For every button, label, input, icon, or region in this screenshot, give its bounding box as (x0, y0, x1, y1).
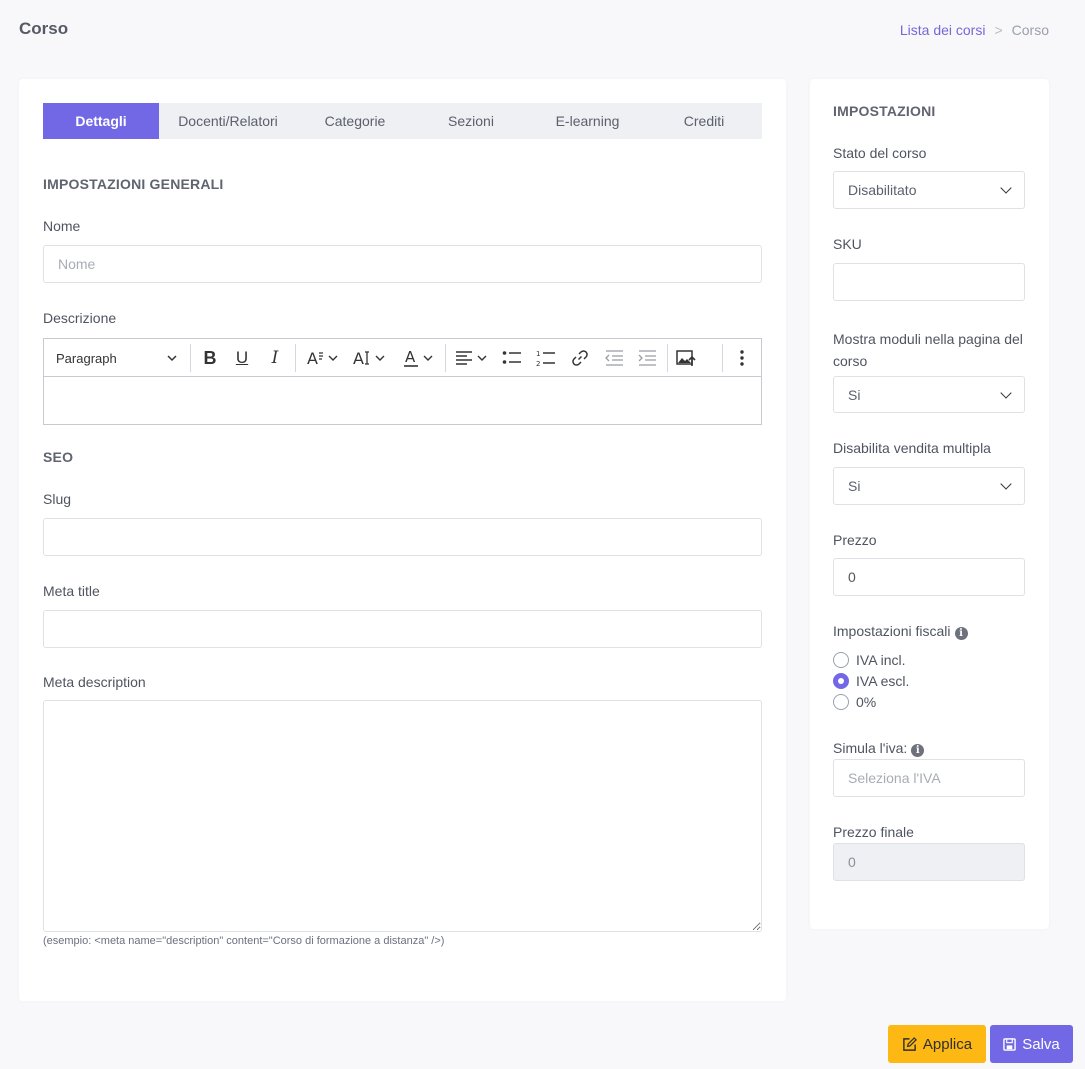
chevron-down-icon (1000, 478, 1012, 490)
simulate-vat-label: Simula l'iva: i (833, 740, 925, 757)
save-button[interactable]: Salva (990, 1025, 1073, 1063)
tax-settings-label-text: Impostazioni fiscali (833, 623, 951, 639)
radio-button[interactable] (833, 652, 849, 668)
indent-icon[interactable] (634, 339, 662, 377)
toolbar-separator (190, 344, 191, 372)
toolbar-separator (295, 344, 296, 372)
settings-title: IMPOSTAZIONI (833, 103, 936, 119)
tab-bar: Dettagli Docenti/Relatori Categorie Sezi… (43, 103, 762, 139)
general-settings-title: IMPOSTAZIONI GENERALI (43, 176, 224, 192)
simulate-vat-input[interactable] (833, 759, 1025, 797)
seo-title: SEO (43, 449, 74, 465)
save-button-label: Salva (1022, 1035, 1060, 1053)
svg-text:A: A (405, 348, 416, 366)
apply-button[interactable]: Applica (888, 1025, 986, 1063)
bullet-list-icon[interactable] (498, 339, 526, 377)
font-size-icon[interactable]: A (302, 339, 344, 377)
tab-sezioni[interactable]: Sezioni (413, 103, 529, 139)
radio-button[interactable] (833, 694, 849, 710)
chevron-down-icon (1000, 386, 1012, 399)
edit-icon (903, 1036, 917, 1051)
font-family-icon[interactable]: A (350, 339, 392, 377)
tax-option-label: 0% (856, 694, 877, 710)
final-price-input (833, 843, 1025, 881)
paragraph-style-label: Paragraph (56, 350, 117, 366)
outdent-icon[interactable] (600, 339, 628, 377)
chevron-down-icon (167, 355, 177, 362)
page-title: Corso (19, 19, 69, 38)
tax-settings-label: Impostazioni fiscali i (833, 623, 968, 640)
tax-option-zero[interactable]: 0% (833, 694, 876, 710)
description-editor: Paragraph B U I A A A 1 2 (43, 338, 762, 425)
description-label: Descrizione (43, 310, 117, 326)
modules-select-value: Si (848, 386, 861, 403)
toolbar-separator (667, 344, 668, 372)
breadcrumb-link-course-list[interactable]: Lista dei corsi (900, 22, 986, 38)
breadcrumb: Lista dei corsi > Corso (900, 22, 1049, 38)
slug-input[interactable] (43, 518, 762, 556)
tab-dettagli[interactable]: Dettagli (43, 103, 159, 139)
svg-text:A: A (307, 349, 318, 367)
tax-option-label: IVA incl. (856, 652, 906, 668)
status-select-value: Disabilitato (848, 182, 917, 198)
insert-image-icon[interactable] (672, 339, 700, 377)
sku-input[interactable] (833, 263, 1025, 301)
save-icon (1003, 1037, 1017, 1051)
main-card: Dettagli Docenti/Relatori Categorie Sezi… (19, 79, 786, 1001)
multi-sale-select-value: Si (848, 478, 861, 494)
tab-categorie[interactable]: Categorie (297, 103, 413, 139)
price-label: Prezzo (833, 532, 877, 548)
tax-option-label: IVA escl. (856, 673, 910, 689)
info-icon[interactable]: i (954, 627, 968, 640)
underline-icon[interactable]: U (228, 339, 256, 377)
final-price-label: Prezzo finale (833, 824, 914, 840)
tab-e-learning[interactable]: E-learning (529, 103, 646, 139)
multi-sale-select[interactable]: Si (833, 467, 1025, 505)
meta-description-hint: (esempio: <meta name="description" conte… (43, 935, 445, 947)
slug-label: Slug (43, 491, 72, 507)
toolbar-separator (445, 344, 446, 372)
more-options-icon[interactable] (728, 339, 756, 377)
meta-description-label: Meta description (43, 674, 146, 690)
status-label: Stato del corso (833, 145, 927, 161)
svg-text:1: 1 (536, 350, 540, 358)
status-select[interactable]: Disabilitato (833, 171, 1025, 209)
name-label: Nome (43, 218, 81, 234)
meta-title-label: Meta title (43, 583, 100, 599)
bold-icon[interactable]: B (196, 339, 224, 377)
description-editor-body[interactable] (44, 377, 761, 424)
name-input[interactable] (43, 245, 762, 283)
sku-label: SKU (833, 236, 862, 252)
tax-option-iva-incl[interactable]: IVA incl. (833, 652, 906, 668)
simulate-vat-label-text: Simula l'iva: (833, 740, 908, 756)
paragraph-style-dropdown[interactable]: Paragraph (44, 339, 189, 377)
multi-sale-label: Disabilita vendita multipla (833, 440, 991, 456)
editor-toolbar: Paragraph B U I A A A 1 2 (44, 339, 761, 377)
svg-text:A: A (353, 349, 364, 367)
breadcrumb-separator: > (994, 22, 1003, 38)
italic-icon[interactable]: I (261, 339, 289, 377)
toolbar-separator (722, 344, 723, 372)
chevron-down-icon (1000, 182, 1012, 194)
radio-button-checked[interactable] (833, 673, 849, 689)
tab-docenti-relatori[interactable]: Docenti/Relatori (159, 103, 297, 139)
tab-crediti[interactable]: Crediti (646, 103, 762, 139)
modules-select[interactable]: Si (833, 376, 1025, 413)
meta-title-input[interactable] (43, 610, 762, 648)
meta-description-textarea[interactable] (43, 700, 762, 932)
info-icon[interactable]: i (911, 744, 925, 757)
modules-label: Mostra moduli nella pagina del corso (833, 331, 1023, 369)
breadcrumb-current: Corso (1011, 22, 1049, 38)
font-color-icon[interactable]: A (400, 339, 440, 377)
svg-text:2: 2 (536, 360, 540, 367)
align-icon[interactable] (452, 339, 492, 377)
price-input[interactable] (833, 558, 1025, 596)
numbered-list-icon[interactable]: 12 (532, 339, 560, 377)
settings-card: IMPOSTAZIONI Stato del corso Disabilitat… (810, 79, 1049, 929)
link-icon[interactable] (566, 339, 594, 377)
tax-option-iva-escl[interactable]: IVA escl. (833, 673, 909, 689)
apply-button-label: Applica (922, 1035, 973, 1053)
